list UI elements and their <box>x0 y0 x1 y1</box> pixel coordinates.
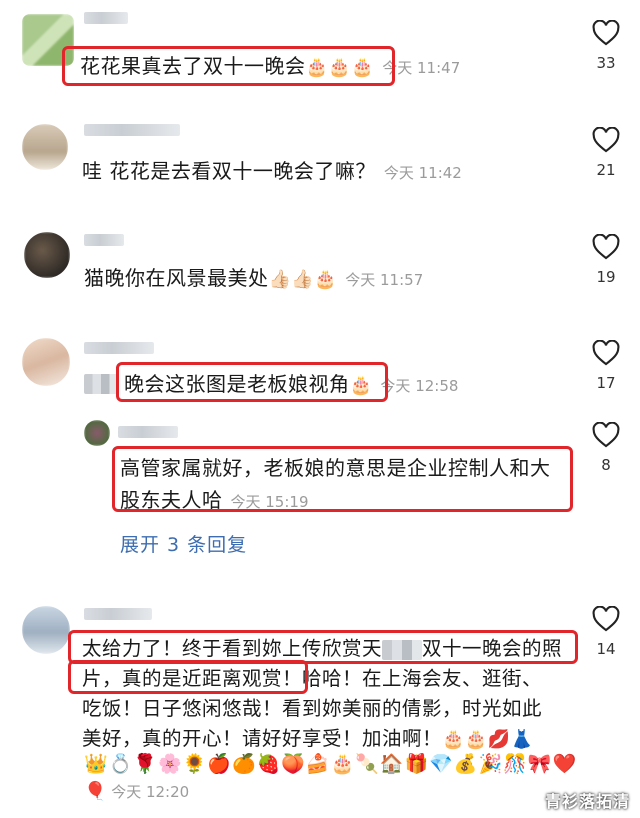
like-button[interactable]: 14 <box>586 606 626 658</box>
comment-text: 花花果真去了双十一晚会🎂🎂🎂 今天 11:47 <box>80 50 460 84</box>
redacted-text <box>84 374 118 394</box>
heart-outline-icon <box>592 422 620 448</box>
comment-text: 晚会这张图是老板娘视角🎂 今天 12:58 <box>124 368 458 402</box>
emoji: 👍🏻👍🏻🎂 <box>268 269 338 290</box>
like-count: 17 <box>596 374 616 392</box>
comment-body: 哇 花花是去看双十一晚会了嘛？ <box>82 159 376 183</box>
heart-outline-icon <box>592 340 620 366</box>
comment-footer: 🎈 今天 12:20 <box>84 780 189 804</box>
avatar[interactable] <box>22 124 68 170</box>
timestamp: 今天 12:58 <box>380 377 459 395</box>
comment-text: 太给力了！终于看到妳上传欣赏天 双十一晚会的照 片，真的是近距离观赏！哈哈！在上海… <box>82 634 562 754</box>
comment-line4: 美好，真的开心！请好好享受！加油啊！ <box>82 727 443 750</box>
timestamp: 今天 11:42 <box>383 164 462 182</box>
avatar[interactable] <box>22 338 70 386</box>
like-button[interactable]: 33 <box>586 20 626 72</box>
emoji: 🎂🎂🎂 <box>305 57 375 78</box>
avatar[interactable] <box>22 14 74 66</box>
comment-line2b: 哈哈！在上海会友、逛街、 <box>302 667 543 690</box>
comment-line2a: 片，真的是近距离观赏！ <box>82 667 303 690</box>
emoji: 🎂 <box>349 375 373 396</box>
heart-outline-icon <box>592 606 620 632</box>
username[interactable] <box>84 342 154 354</box>
comment-text: 高管家属就好，老板娘的意思是企业控制人和大 股东夫人哈 今天 15:19 <box>120 452 551 518</box>
avatar[interactable] <box>22 606 70 654</box>
comment-body-line2: 股东夫人哈 <box>120 488 223 512</box>
like-count: 8 <box>601 456 611 474</box>
heart-outline-icon <box>592 20 620 46</box>
comment-body: 高管家属就好，老板娘的意思是企业控制人和大 <box>120 456 551 480</box>
like-button[interactable]: 21 <box>586 127 626 179</box>
like-button[interactable]: 19 <box>586 234 626 286</box>
comment-line3: 吃饭！日子悠闲悠哉！看到妳美丽的倩影，时光如此 <box>82 697 543 720</box>
like-count: 14 <box>596 640 616 658</box>
balloon-icon: 🎈 <box>84 781 107 802</box>
comment-body: 晚会这张图是老板娘视角 <box>124 372 350 396</box>
timestamp: 今天 11:47 <box>382 59 461 77</box>
like-count: 33 <box>596 54 616 72</box>
comment-line1b: 双十一晚会的照 <box>422 637 563 660</box>
redacted-text <box>382 639 423 660</box>
like-count: 21 <box>596 161 616 179</box>
username[interactable] <box>84 234 124 246</box>
username[interactable] <box>84 608 152 620</box>
timestamp: 今天 15:19 <box>230 493 309 511</box>
comment-body: 猫晚你在风景最美处 <box>84 266 269 290</box>
username[interactable] <box>118 426 178 438</box>
expand-replies-link[interactable]: 展开 3 条回复 <box>120 530 247 557</box>
emoji: 🎂🎂💋👗 <box>442 729 534 750</box>
avatar[interactable] <box>84 420 110 446</box>
timestamp: 今天 12:20 <box>111 783 190 801</box>
like-count: 19 <box>596 268 616 286</box>
comment-line1a: 太给力了！终于看到妳上传欣赏天 <box>82 637 383 660</box>
timestamp: 今天 11:57 <box>345 271 424 289</box>
comment-text: 哇 花花是去看双十一晚会了嘛？ 今天 11:42 <box>82 155 462 189</box>
watermark: 青衫落拓清 <box>544 792 630 811</box>
comment-text: 猫晚你在风景最美处👍🏻👍🏻🎂 今天 11:57 <box>84 262 423 296</box>
comment-body: 花花果真去了双十一晚会 <box>80 54 306 78</box>
username[interactable] <box>84 124 180 136</box>
like-button[interactable]: 8 <box>586 422 626 474</box>
heart-outline-icon <box>592 234 620 260</box>
username[interactable] <box>84 12 128 24</box>
avatar[interactable] <box>24 232 70 278</box>
like-button[interactable]: 17 <box>586 340 626 392</box>
emoji-row: 👑💍🌹🌸🌻🍎🍊🍓🍑🍰🎂🍡🏠🎁💎💰🎉🎊🎀❤️ <box>84 753 578 775</box>
heart-outline-icon <box>592 127 620 153</box>
